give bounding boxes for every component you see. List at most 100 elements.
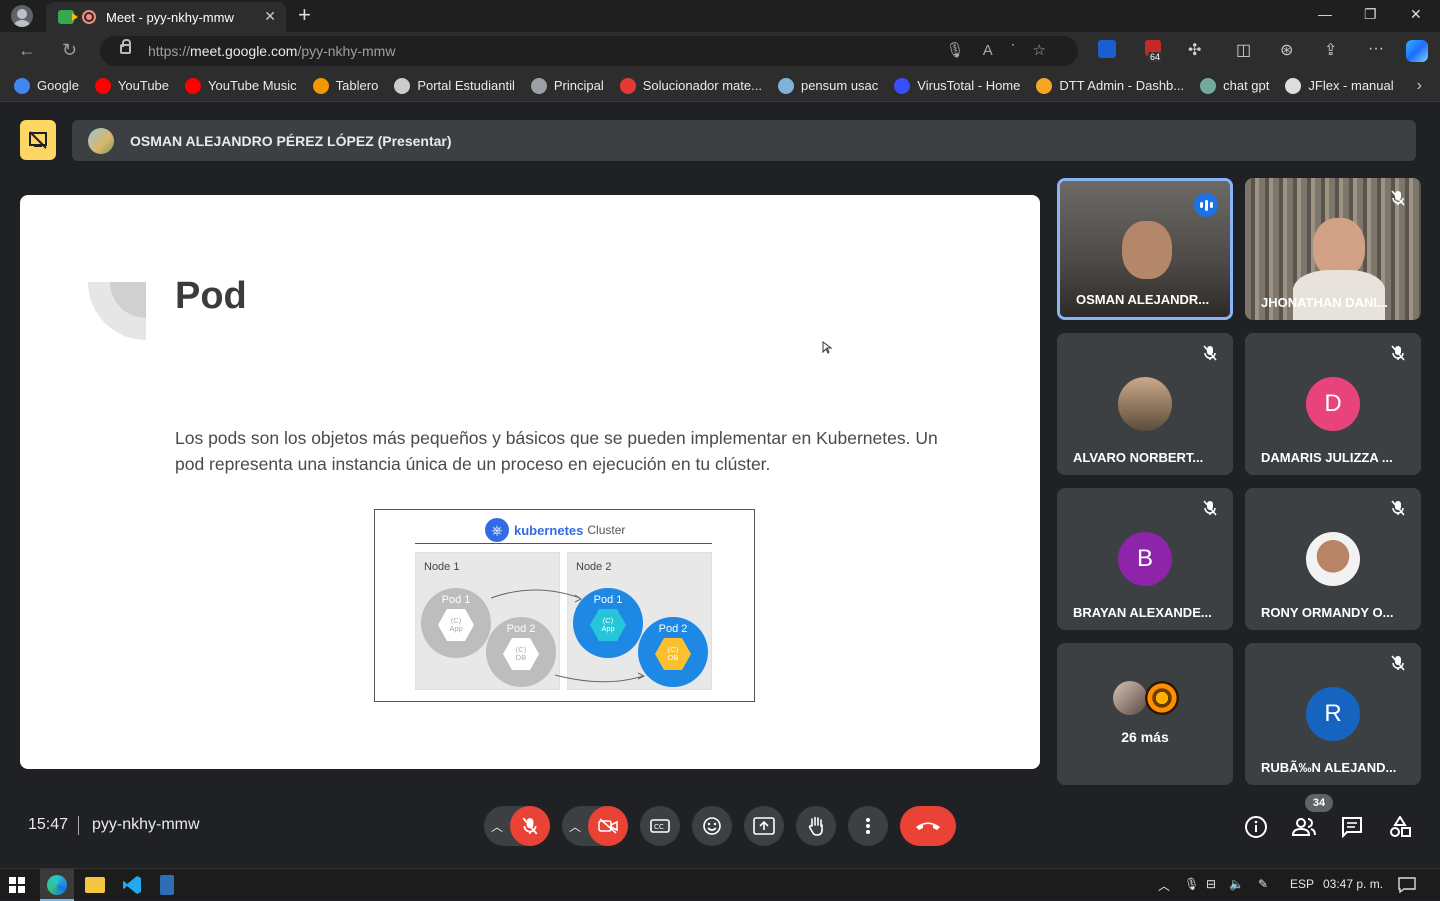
- participant-face: [1313, 218, 1365, 278]
- bookmark-item[interactable]: Tablero: [312, 77, 379, 94]
- bookmark-item[interactable]: JFlex - manual: [1285, 77, 1394, 94]
- tray-overflow-icon[interactable]: ︿: [1158, 877, 1170, 894]
- bookmark-item[interactable]: YouTube Music: [185, 77, 297, 94]
- people-count-badge: 34: [1305, 794, 1333, 812]
- bookmark-item[interactable]: Principal: [530, 77, 604, 94]
- microphone-tray-icon[interactable]: 🎙: [1184, 877, 1199, 891]
- participant-tile[interactable]: D DAMARIS JULIZZA ...: [1245, 333, 1421, 475]
- bookmark-favicon-icon: [312, 77, 329, 94]
- captions-button[interactable]: CC: [640, 806, 680, 846]
- participant-name: ALVARO NORBERT...: [1073, 450, 1204, 465]
- participant-tile[interactable]: ALVARO NORBERT...: [1057, 333, 1233, 475]
- muted-mic-icon: [1391, 500, 1405, 516]
- more-options-button[interactable]: [848, 806, 888, 846]
- input-language[interactable]: ESP: [1290, 877, 1314, 891]
- taskbar-clock[interactable]: 03:47 p. m.: [1323, 877, 1383, 891]
- participant-tile[interactable]: OSMAN ALEJANDR...: [1057, 178, 1233, 320]
- kubernetes-diagram: ⎈ kubernetes Cluster Node 1 Pod 1 (C) Ap…: [374, 509, 755, 702]
- restore-button[interactable]: ❐: [1364, 6, 1377, 23]
- muted-mic-icon: [1391, 345, 1405, 361]
- copilot-icon[interactable]: [1406, 40, 1428, 62]
- mic-toggle-button[interactable]: [510, 806, 550, 846]
- bookmark-label: Tablero: [335, 78, 379, 93]
- tab-close-icon[interactable]: ✕: [264, 8, 276, 25]
- bookmark-item[interactable]: DTT Admin - Dashb...: [1036, 77, 1184, 94]
- participant-tile[interactable]: JHONATHAN DANI...: [1245, 178, 1421, 320]
- close-window-button[interactable]: ✕: [1410, 6, 1422, 23]
- bookmark-label: Google: [37, 78, 79, 93]
- bookmark-favicon-icon: [1285, 77, 1302, 94]
- bookmark-favicon-icon: [619, 77, 636, 94]
- people-button[interactable]: [1291, 814, 1317, 840]
- speaking-indicator-icon: [1194, 193, 1218, 217]
- address-bar[interactable]: https://meet.google.com/pyy-nkhy-mmw 🎙Aᐝ…: [100, 36, 1078, 66]
- edge-browser-icon[interactable]: [47, 875, 67, 895]
- mouse-cursor-icon: [822, 341, 832, 354]
- vscode-icon[interactable]: [122, 875, 142, 895]
- reactions-button[interactable]: [692, 806, 732, 846]
- bitwarden-extension-icon[interactable]: [1098, 40, 1116, 58]
- notifications-icon[interactable]: [1398, 877, 1416, 893]
- meeting-details-button[interactable]: [1243, 814, 1269, 840]
- video-options-chevron-icon[interactable]: ︿: [569, 818, 581, 835]
- minimize-button[interactable]: —: [1318, 6, 1332, 22]
- share-icon[interactable]: ⇪: [1324, 40, 1337, 60]
- participant-tile[interactable]: B BRAYAN ALEXANDE...: [1057, 488, 1233, 630]
- participant-tile[interactable]: RONY ORMANDY O...: [1245, 488, 1421, 630]
- bookmark-item[interactable]: Google: [14, 77, 79, 94]
- bookmark-item[interactable]: pensum usac: [777, 77, 878, 94]
- browser-tab-meet[interactable]: Meet - pyy-nkhy-mmw ✕: [46, 2, 286, 32]
- file-explorer-icon[interactable]: [85, 877, 105, 893]
- url-path: /pyy-nkhy-mmw: [297, 43, 396, 59]
- muted-mic-icon: [1203, 500, 1217, 516]
- divider: [78, 816, 79, 835]
- more-vert-icon: [866, 818, 870, 834]
- camera-toggle-button[interactable]: [588, 806, 628, 846]
- pen-icon[interactable]: ✎: [1258, 877, 1268, 891]
- chat-button[interactable]: [1339, 814, 1365, 840]
- leave-call-button[interactable]: [900, 806, 956, 846]
- new-tab-button[interactable]: +: [298, 4, 311, 26]
- bookmark-item[interactable]: chat gpt: [1200, 77, 1269, 94]
- muted-mic-icon: [1203, 345, 1217, 361]
- recording-icon: [82, 10, 96, 24]
- profile-avatar-icon[interactable]: [11, 5, 33, 27]
- audio-options-chevron-icon[interactable]: ︿: [491, 818, 503, 835]
- network-icon[interactable]: ⊟: [1206, 877, 1216, 891]
- windows-start-icon[interactable]: [9, 877, 25, 893]
- present-now-button[interactable]: [744, 806, 784, 846]
- url-scheme: https://: [148, 43, 191, 59]
- bookmarks-overflow-chevron-icon[interactable]: ›: [1417, 77, 1422, 95]
- collections-icon[interactable]: ⊛: [1280, 40, 1293, 60]
- bookmark-favicon-icon: [394, 77, 411, 94]
- bookmark-item[interactable]: Portal Estudiantil: [394, 77, 515, 94]
- bookmark-item[interactable]: VirusTotal - Home: [894, 77, 1020, 94]
- reload-button[interactable]: ↻: [62, 40, 77, 61]
- address-bar-actions[interactable]: 🎙Aᐝ☆: [946, 41, 1064, 59]
- bookmark-label: JFlex - manual: [1308, 78, 1394, 93]
- volume-icon[interactable]: 🔈: [1229, 877, 1244, 891]
- participant-initial-avatar: D: [1306, 377, 1360, 431]
- extensions-puzzle-icon[interactable]: ✣: [1188, 40, 1201, 60]
- raise-hand-button[interactable]: [796, 806, 836, 846]
- lock-icon[interactable]: [120, 39, 131, 54]
- back-button[interactable]: ←: [18, 40, 36, 61]
- participant-tile[interactable]: R RUBÃ‰N ALEJAND...: [1245, 643, 1421, 785]
- toolbar: ← ↻ https://meet.google.com/pyy-nkhy-mmw…: [0, 32, 1440, 70]
- activities-button[interactable]: [1387, 814, 1413, 840]
- bookmark-item[interactable]: Solucionador mate...: [619, 77, 762, 94]
- bookmarks-bar: Google YouTube YouTube Music Tablero Portal …: [0, 70, 1440, 102]
- participant-photo-avatar: [1145, 681, 1179, 715]
- bookmark-item[interactable]: YouTube: [94, 77, 170, 94]
- split-screen-icon[interactable]: ◫: [1236, 40, 1251, 60]
- menu-dots-icon[interactable]: ···: [1368, 40, 1384, 58]
- calculator-icon[interactable]: [160, 875, 174, 895]
- muted-mic-icon: [1391, 655, 1405, 671]
- participant-photo-avatar: [1113, 681, 1147, 715]
- presenter-banner: OSMAN ALEJANDRO PÉREZ LÓPEZ (Presentar): [72, 120, 1416, 161]
- more-participants-tile[interactable]: 26 más: [1057, 643, 1233, 785]
- bookmark-label: YouTube: [117, 78, 170, 93]
- participant-photo-avatar: [1306, 532, 1360, 586]
- shared-slide: Pod Los pods son los objetos más pequeño…: [20, 195, 1040, 769]
- presentation-icon[interactable]: [20, 120, 56, 160]
